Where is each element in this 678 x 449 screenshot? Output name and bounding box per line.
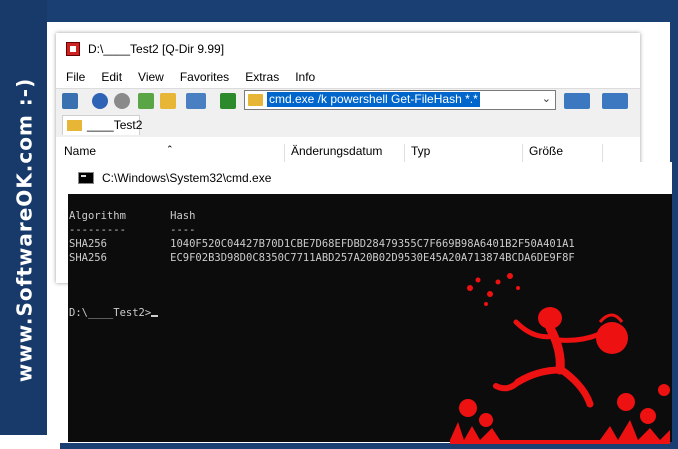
forward-icon[interactable]	[114, 93, 130, 109]
tab-folder[interactable]: ____Test2	[62, 115, 143, 135]
col-name[interactable]: Name	[64, 144, 96, 158]
folder-icon	[67, 120, 82, 131]
menu-extras[interactable]: Extras	[245, 70, 279, 84]
menu-view[interactable]: View	[138, 70, 164, 84]
back-icon[interactable]	[92, 93, 108, 109]
menu-edit[interactable]: Edit	[101, 70, 122, 84]
console-line: SHA256 EC9F02B3D98D0C8350C7711ABD257A20B…	[69, 252, 575, 264]
up-folder-icon[interactable]	[138, 93, 154, 109]
qdir-title-text: D:\____Test2 [Q-Dir 9.99]	[88, 42, 225, 56]
qdir-app-icon	[66, 42, 80, 56]
qdir-titlebar[interactable]: D:\____Test2 [Q-Dir 9.99]	[56, 33, 640, 65]
frame-corner	[0, 435, 60, 449]
column-divider[interactable]	[284, 144, 285, 164]
panels-icon[interactable]	[62, 93, 78, 109]
vertical-brand: www.SoftwareOK.com :-)	[8, 70, 40, 390]
new-folder-icon[interactable]	[160, 93, 176, 109]
menu-favorites[interactable]: Favorites	[180, 70, 229, 84]
address-input[interactable]: cmd.exe /k powershell Get-FileHash *.*	[267, 92, 480, 107]
column-divider[interactable]	[404, 144, 405, 164]
layout-icon[interactable]	[564, 93, 590, 109]
console-prompt: D:\____Test2>	[69, 307, 152, 319]
folder-icon	[248, 94, 263, 106]
address-bar[interactable]: cmd.exe /k powershell Get-FileHash *.* ⌄	[244, 90, 556, 110]
col-type[interactable]: Typ	[411, 144, 430, 158]
text-cursor	[151, 315, 159, 317]
sort-caret-icon: ⌃	[166, 144, 174, 154]
console-line: --------- ----	[69, 224, 196, 236]
cmd-title-text: C:\Windows\System32\cmd.exe	[102, 171, 272, 185]
console-line: Algorithm Hash	[69, 210, 196, 222]
col-size[interactable]: Größe	[529, 144, 563, 158]
menubar: File Edit View Favorites Extras Info	[56, 67, 640, 87]
tabbar: ____Test2	[56, 113, 640, 137]
brand-text: www.SoftwareOK.com :-)	[12, 77, 36, 383]
cmd-titlebar[interactable]: C:\Windows\System32\cmd.exe	[68, 162, 672, 194]
column-divider[interactable]	[522, 144, 523, 164]
menu-info[interactable]: Info	[295, 70, 315, 84]
chevron-down-icon[interactable]: ⌄	[542, 92, 551, 105]
menu-file[interactable]: File	[66, 70, 85, 84]
col-modified[interactable]: Änderungsdatum	[291, 144, 382, 158]
options-icon[interactable]	[602, 93, 628, 109]
go-icon[interactable]	[220, 93, 236, 109]
console-prompt-line[interactable]: D:\____Test2>	[69, 307, 159, 319]
column-headers: Name ⌃ Änderungsdatum Typ Größe	[56, 139, 640, 164]
tab-label: ____Test2	[87, 118, 143, 132]
console-icon	[78, 172, 94, 184]
console-line: SHA256 1040F520C04427B70D1CBE7D68EFDBD28…	[69, 238, 575, 250]
running-mascot-icon	[450, 273, 670, 444]
column-divider[interactable]	[602, 144, 603, 164]
view-mode-icon[interactable]	[186, 93, 206, 109]
frame-top	[0, 0, 678, 22]
